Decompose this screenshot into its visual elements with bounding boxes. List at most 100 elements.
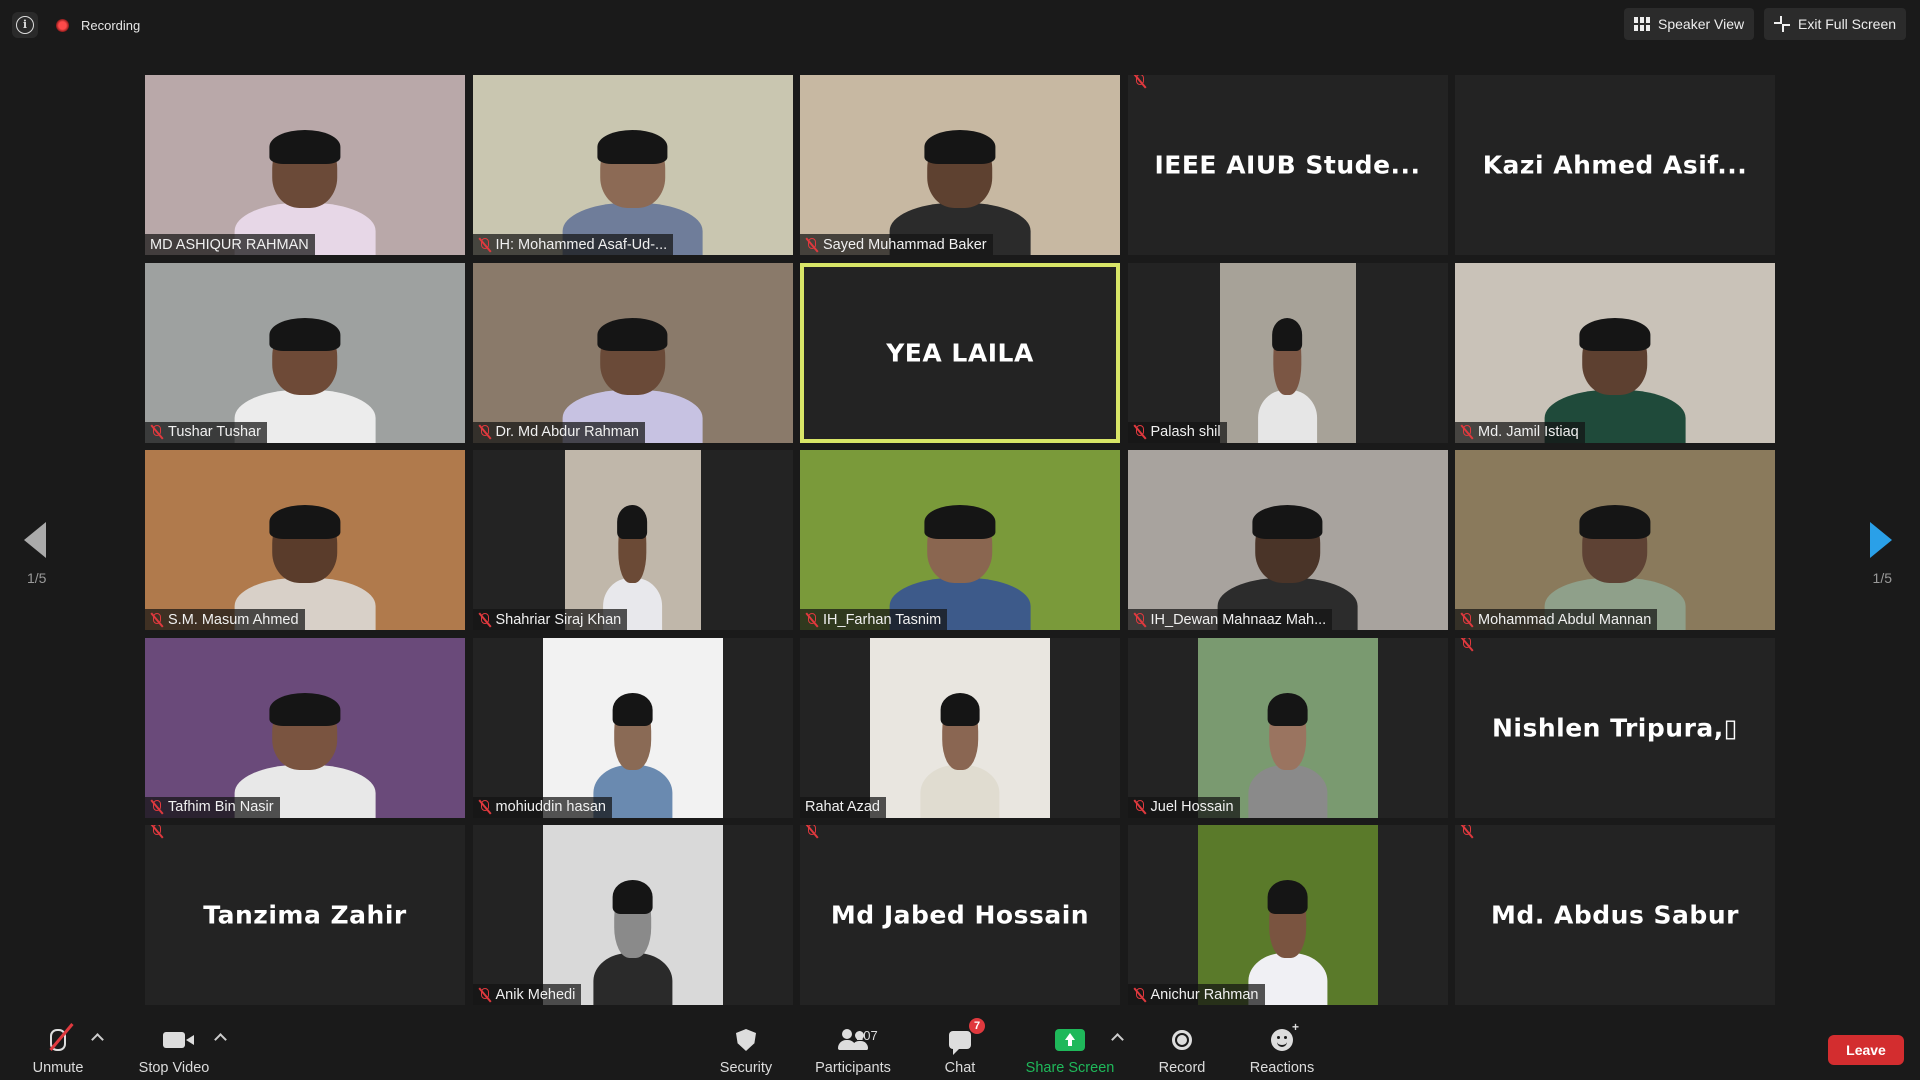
- participant-video: [542, 637, 723, 818]
- participant-name: Anik Mehedi: [495, 986, 576, 1003]
- meeting-toolbar: Unmute Stop Video Security 107 Participa…: [0, 1014, 1920, 1080]
- participant-display-name: Kazi Ahmed Asif...: [1482, 150, 1748, 180]
- share-screen-button[interactable]: Share Screen: [1022, 1018, 1118, 1076]
- participant-name-label: Sayed Muhammad Baker: [800, 234, 993, 255]
- recording-dot-icon: [56, 18, 69, 32]
- participant-tile[interactable]: Sayed Muhammad Baker: [800, 75, 1120, 255]
- next-page-arrow-icon[interactable]: [1870, 522, 1892, 558]
- participant-tile[interactable]: IH: Mohammed Asaf-Ud-...: [472, 75, 793, 255]
- reactions-label: Reactions: [1249, 1060, 1315, 1076]
- participant-name-label: Tushar Tushar: [145, 421, 267, 443]
- stop-video-button[interactable]: Stop Video: [134, 1018, 214, 1076]
- participant-tile[interactable]: Mohammad Abdul Mannan: [1455, 450, 1775, 630]
- participant-tile[interactable]: MD ASHIQUR RAHMAN: [145, 75, 465, 255]
- reactions-button[interactable]: + Reactions: [1246, 1018, 1318, 1076]
- participant-tile[interactable]: Anik Mehedi: [472, 825, 793, 1005]
- participant-name: Juel Hossain: [1150, 799, 1234, 815]
- participant-name-label: Anik Mehedi: [472, 984, 582, 1005]
- muted-microphone-icon: [1133, 799, 1146, 815]
- participant-name: Shahriar Siraj Khan: [495, 611, 622, 628]
- participant-name-label: IH_Farhan Tasnim: [800, 609, 948, 630]
- participant-tile[interactable]: Nishlen Tripura,▯: [1455, 637, 1775, 818]
- participant-name-label: Shahriar Siraj Khan: [472, 609, 628, 630]
- recording-label: Recording: [81, 17, 141, 33]
- participant-tile[interactable]: IH_Farhan Tasnim: [800, 450, 1120, 630]
- participant-tile[interactable]: Palash shil: [1127, 262, 1448, 443]
- participant-video: [1127, 450, 1448, 630]
- chat-unread-badge: 7: [969, 1018, 985, 1034]
- share-screen-icon: [1055, 1026, 1085, 1054]
- participant-name: IH_Farhan Tasnim: [823, 611, 942, 628]
- participant-name-label: Anichur Rahman: [1127, 984, 1265, 1005]
- muted-microphone-icon: [478, 424, 491, 440]
- participant-tile[interactable]: Juel Hossain: [1127, 637, 1448, 818]
- leave-button[interactable]: Leave: [1828, 1035, 1904, 1065]
- unmute-button[interactable]: Unmute: [28, 1018, 88, 1076]
- participants-button[interactable]: 107 Participants: [808, 1018, 898, 1076]
- record-button[interactable]: Record: [1152, 1018, 1212, 1076]
- participant-tile[interactable]: Tushar Tushar: [145, 262, 465, 443]
- participant-figure: [1247, 692, 1328, 818]
- participant-tile[interactable]: Tanzima Zahir: [145, 825, 465, 1005]
- participant-tile[interactable]: IEEE AIUB Stude...: [1127, 75, 1448, 255]
- participant-tile[interactable]: Md. Jamil Istiaq: [1455, 262, 1775, 443]
- video-camera-icon: [163, 1026, 194, 1054]
- muted-microphone-icon: [1133, 75, 1146, 89]
- speaker-view-button[interactable]: Speaker View: [1624, 8, 1755, 40]
- participant-video: [564, 450, 701, 630]
- participant-tile[interactable]: mohiuddin hasan: [472, 637, 793, 818]
- participants-count: 107: [856, 1028, 878, 1043]
- participants-icon: 107: [822, 1026, 884, 1054]
- participant-tile[interactable]: Rahat Azad: [800, 637, 1120, 818]
- page-indicator-right: 1/5: [1872, 570, 1892, 586]
- participant-tile[interactable]: Anichur Rahman: [1127, 825, 1448, 1005]
- muted-microphone-icon: [1133, 612, 1146, 628]
- participant-tile[interactable]: Tafhim Bin Nasir: [145, 637, 465, 818]
- participant-name: MD ASHIQUR RAHMAN: [150, 236, 309, 253]
- participant-tile[interactable]: Dr. Md Abdur Rahman: [472, 262, 793, 443]
- info-icon: i: [16, 16, 34, 34]
- video-options-chevron-icon[interactable]: [214, 1033, 227, 1046]
- participant-name: Dr. Md Abdur Rahman: [495, 424, 639, 440]
- recording-indicator: Recording: [56, 14, 140, 36]
- participant-name: IH: Mohammed Asaf-Ud-...: [495, 236, 668, 253]
- speaker-view-label: Speaker View: [1658, 16, 1745, 32]
- chat-bubble-icon: 7: [949, 1018, 985, 1055]
- chat-button[interactable]: 7 Chat: [930, 1018, 990, 1076]
- participant-tile[interactable]: IH_Dewan Mahnaaz Mah...: [1127, 450, 1448, 630]
- participant-name: Md. Jamil Istiaq: [1478, 424, 1579, 440]
- participant-name: Rahat Azad: [805, 799, 880, 815]
- participant-tile[interactable]: S.M. Masum Ahmed: [145, 450, 465, 630]
- muted-microphone-icon: [1460, 637, 1473, 652]
- exit-fullscreen-icon: [1774, 16, 1790, 32]
- participant-tile[interactable]: Md. Abdus Sabur: [1455, 825, 1775, 1005]
- exit-fullscreen-label: Exit Full Screen: [1798, 16, 1897, 32]
- audio-options-chevron-icon[interactable]: [91, 1033, 104, 1046]
- participant-display-name: YEA LAILA: [886, 338, 1034, 367]
- participant-video: [1197, 825, 1378, 1005]
- security-button[interactable]: Security: [714, 1018, 778, 1076]
- participant-tile[interactable]: Shahriar Siraj Khan: [472, 450, 793, 630]
- muted-microphone-icon: [478, 612, 491, 628]
- stop-video-label: Stop Video: [138, 1060, 210, 1076]
- participant-name-label: Juel Hossain: [1127, 796, 1240, 818]
- participant-name-label: IH: Mohammed Asaf-Ud-...: [472, 234, 674, 255]
- participant-tile[interactable]: Kazi Ahmed Asif...: [1455, 75, 1775, 255]
- exit-fullscreen-button[interactable]: Exit Full Screen: [1764, 8, 1907, 40]
- participant-name: IH_Dewan Mahnaaz Mah...: [1150, 611, 1327, 628]
- muted-microphone-icon: [49, 1023, 74, 1054]
- participant-name-label: Tafhim Bin Nasir: [145, 796, 280, 818]
- muted-microphone-icon: [478, 237, 491, 253]
- muted-microphone-icon: [150, 825, 163, 839]
- participant-video: [145, 450, 465, 630]
- participant-video: [800, 75, 1120, 255]
- participant-tile[interactable]: Md Jabed Hossain: [800, 825, 1120, 1005]
- participant-tile[interactable]: YEA LAILA: [800, 262, 1120, 443]
- participant-display-name: Nishlen Tripura,▯: [1491, 713, 1739, 742]
- participant-name-label: Dr. Md Abdur Rahman: [472, 421, 645, 443]
- muted-microphone-icon: [150, 799, 163, 815]
- meeting-info-button[interactable]: i: [12, 12, 38, 38]
- participant-name: S.M. Masum Ahmed: [168, 611, 299, 628]
- participant-figure: [920, 692, 1000, 818]
- previous-page-arrow-icon[interactable]: [24, 522, 46, 558]
